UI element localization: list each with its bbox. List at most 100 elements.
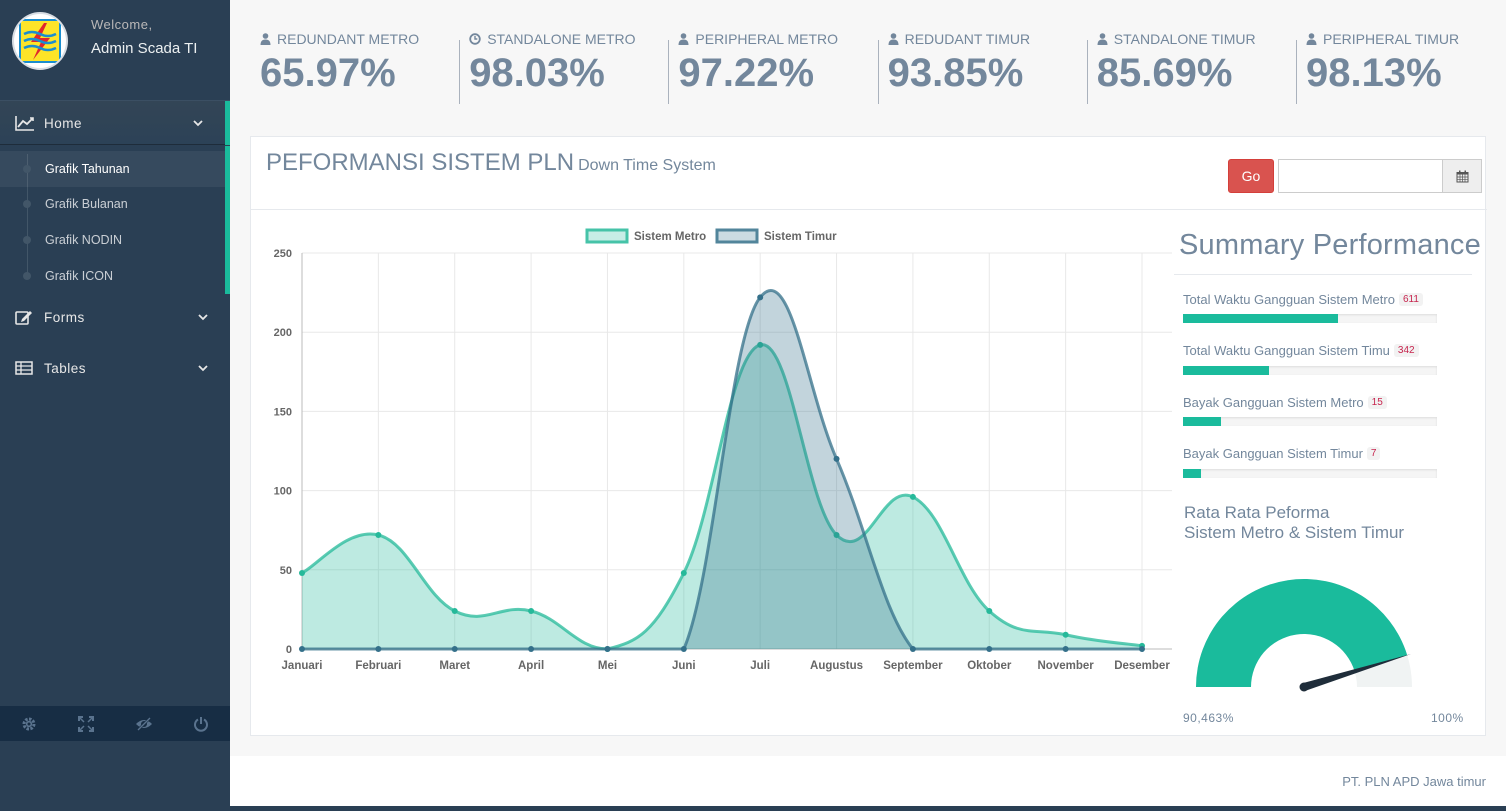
data-point [375,646,382,652]
stat-tile: STANDALONE TIMUR 85.69% [1097,28,1297,108]
footer-text: PT. PLN APD Jawa timur [1342,774,1486,789]
user-icon [888,33,902,45]
sidebar: Welcome, Admin Scada TI Home Grafik Tahu… [0,0,230,811]
stat-tile-label: STANDALONE METRO [469,28,669,50]
data-point [1062,646,1069,652]
data-point [451,646,458,652]
nav-tables-label: Tables [44,360,87,376]
data-point [451,607,458,614]
calendar-icon [1456,170,1468,182]
stat-tile: REDUNDANT METRO 65.97% [260,28,460,108]
data-point [1062,631,1069,638]
gauge-min-label: 90,463% [1183,711,1234,725]
stat-tile-value: 98.13% [1306,51,1442,95]
user-icon [678,33,692,45]
pln-logo [12,12,68,70]
summary-item: Bayak Gangguan Sistem Metro 15 [1183,392,1438,426]
stat-tile-value: 85.69% [1096,51,1233,95]
welcome-text: Welcome, [91,17,153,32]
user-icon [1097,33,1111,45]
legend-label: Sistem Timur [764,231,837,243]
count-badge: 7 [1366,447,1381,460]
summary-item-label: Total Waktu Gangguan Sistem Metro 611 [1183,289,1438,309]
go-button[interactable]: Go [1228,159,1274,193]
home-submenu: Grafik Tahunan Grafik Bulanan Grafik NOD… [0,146,230,294]
progress-bar-fill [1183,365,1270,375]
progress-bar-fill [1183,417,1222,426]
lock-screen-button[interactable] [115,706,173,741]
legend-swatch [715,228,759,244]
summary-item: Total Waktu Gangguan Sistem Timu 342 [1183,341,1438,375]
table-icon [15,360,35,376]
x-tick-label: November [1038,660,1095,672]
data-point [986,646,993,652]
chevron-down-icon [193,116,203,127]
data-point [680,646,687,652]
settings-button[interactable] [0,706,58,741]
fullscreen-button[interactable] [58,706,116,741]
x-tick-label: Januari [282,660,323,672]
user-icon [260,33,274,45]
nav-home[interactable]: Home [0,101,230,145]
summary-title: Summary Performance [1179,229,1481,261]
sidebar-item-label: Grafik Bulanan [45,197,128,211]
y-tick-label: 0 [286,644,292,656]
date-input[interactable] [1278,159,1443,193]
count-badge: 15 [1367,395,1387,409]
gauge-hub [1299,682,1309,692]
sidebar-item-grafik-tahunan[interactable]: Grafik Tahunan [0,151,225,187]
stat-tile-label: PERIPHERAL METRO [678,28,878,50]
logout-button[interactable] [173,706,231,741]
gauge-max-label: 100% [1431,711,1464,725]
nav-home-label: Home [44,115,83,131]
count-badge: 342 [1393,344,1419,357]
stat-tile-value: 65.97% [260,51,396,95]
nav-tables[interactable]: Tables [0,346,230,390]
y-tick-label: 250 [274,248,292,260]
data-point [909,493,916,500]
stat-tile: REDUDANT TIMUR 93.85% [888,28,1088,108]
sidebar-item-label: Grafik NODIN [45,233,123,247]
sidebar-footer [0,706,230,741]
line-chart-icon [15,115,35,131]
x-tick-label: Oktober [967,660,1012,672]
x-tick-label: Februari [355,660,401,672]
x-tick-label: Augustus [810,660,863,672]
summary-item: Bayak Gangguan Sistem Timur 7 [1183,444,1438,478]
x-tick-label: April [518,660,544,672]
x-tick-label: Juni [672,660,696,672]
x-tick-label: September [883,660,943,672]
y-tick-label: 50 [280,565,292,577]
stat-tile: PERIPHERAL METRO 97.22% [678,28,878,108]
stat-tile-label: REDUDANT TIMUR [888,28,1088,50]
stat-tile-label: STANDALONE TIMUR [1097,28,1297,50]
data-point [299,646,305,652]
profile: Welcome, Admin Scada TI [0,0,230,100]
sidebar-item-grafik-nodin[interactable]: Grafik NODIN [0,222,225,258]
username: Admin Scada TI [91,40,198,57]
date-picker-button[interactable] [1442,159,1482,193]
data-point [528,646,535,652]
data-point [986,607,993,614]
gear-icon [22,717,36,730]
x-tick-label: Desember [1114,660,1170,672]
x-tick-label: Maret [439,660,470,672]
sidebar-item-grafik-bulanan[interactable]: Grafik Bulanan [0,186,225,222]
clock-icon [469,33,484,45]
fullscreen-icon [78,715,95,732]
chevron-down-icon [198,361,208,372]
x-tick-label: Mei [598,660,617,672]
performance-gauge [1196,579,1412,692]
progress-bar [1183,417,1437,426]
stat-tile: STANDALONE METRO 98.03% [469,28,669,108]
downtime-chart: 0 50 100 150 200 250 Januari Februari Maret April… [274,228,1172,672]
footer: PT. PLN APD Jawa timur [230,756,1506,806]
nav-forms[interactable]: Forms [0,295,230,339]
user-icon [1306,33,1320,45]
sidebar-item-grafik-icon[interactable]: Grafik ICON [0,258,225,294]
data-point [299,569,305,576]
data-point [833,455,840,462]
data-point [604,646,611,652]
stat-tile-value: 98.03% [469,51,605,95]
stat-tile-value: 97.22% [678,51,815,95]
